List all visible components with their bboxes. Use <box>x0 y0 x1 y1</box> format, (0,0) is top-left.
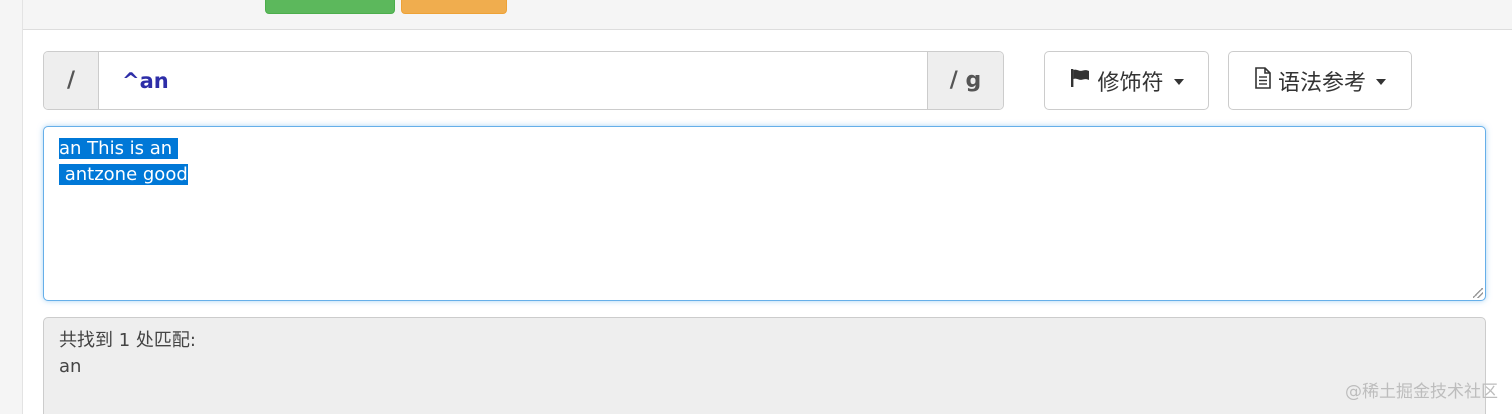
match-item: an <box>59 356 82 377</box>
test-text-line: an This is an <box>59 136 1470 162</box>
flag-icon <box>1069 68 1091 94</box>
syntax-reference-label: 语法参考 <box>1277 70 1366 96</box>
regex-close-delimiter-flags: / g <box>927 52 1003 109</box>
document-icon <box>1254 66 1272 95</box>
caret-down-icon <box>1173 78 1184 85</box>
regex-pattern-input[interactable] <box>99 52 927 109</box>
test-text-area[interactable]: an This is an antzone good <box>43 126 1486 301</box>
regex-input-group: / / g <box>43 51 1004 110</box>
selected-text: antzone good <box>59 164 188 185</box>
green-action-button[interactable] <box>265 0 395 14</box>
regex-open-delimiter: / <box>44 52 99 109</box>
selected-text: an This is an <box>59 138 178 159</box>
match-summary: 共找到 1 处匹配: <box>59 330 196 351</box>
resize-handle[interactable] <box>1473 288 1483 298</box>
watermark: @稀土掘金技术社区 <box>1345 382 1498 402</box>
top-toolbar-strip <box>23 0 1512 30</box>
syntax-reference-dropdown-button[interactable]: 语法参考 <box>1228 51 1412 110</box>
orange-action-button[interactable] <box>401 0 507 14</box>
flags-dropdown-label: 修饰符 <box>1097 70 1164 96</box>
match-result-box: 共找到 1 处匹配: an <box>43 317 1486 414</box>
regex-tester-panel: / / g 修饰符 语法参考 an This is an an <box>22 0 1512 414</box>
test-text-line: antzone good <box>59 162 1470 188</box>
caret-down-icon <box>1376 78 1386 85</box>
flags-dropdown-button[interactable]: 修饰符 <box>1044 51 1209 110</box>
